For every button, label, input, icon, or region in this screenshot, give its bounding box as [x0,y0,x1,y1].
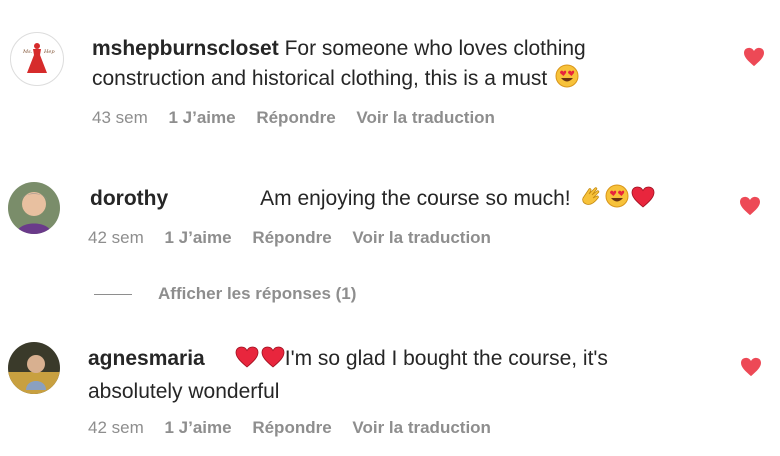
comment-meta: 42 sem 1 J’aime Répondre Voir la traduct… [88,418,507,438]
avatar[interactable]: Ms. Hep [10,32,64,86]
timestamp[interactable]: 42 sem [88,228,144,247]
likes-count[interactable]: 1 J’aime [164,228,231,247]
username[interactable]: mshepburnscloset [92,37,279,60]
reply-button[interactable]: Répondre [252,418,331,437]
svg-text:Hep: Hep [43,49,55,55]
comment-meta: 42 sem 1 J’aime Répondre Voir la traduct… [88,228,507,248]
likes-count[interactable]: 1 J’aime [168,108,235,127]
heart-eyes-emoji [605,184,629,217]
comment-meta: 43 sem 1 J’aime Répondre Voir la traduct… [92,108,511,128]
svg-text:Ms.: Ms. [22,49,33,55]
comment-body: agnesmaria I'm so glad I bought the cour… [88,344,668,407]
redacted-text [204,350,233,369]
divider [94,294,132,296]
reply-button[interactable]: Répondre [252,228,331,247]
avatar[interactable] [8,182,60,234]
comment-body: mshepburnscloset For someone who loves c… [92,34,652,97]
comment-body: dorothy Am enjoying the course so much! [90,184,710,217]
profile-photo-icon [8,342,60,394]
translate-link[interactable]: Voir la traduction [352,228,491,247]
heart-icon[interactable] [739,196,761,216]
comment-text: Am enjoying the course so much! [260,187,571,210]
view-replies-link[interactable]: Afficher les réponses (1) [94,284,356,304]
likes-count[interactable]: 1 J’aime [164,418,231,437]
translate-link[interactable]: Voir la traduction [352,418,491,437]
heart-eyes-emoji [555,64,579,97]
avatar[interactable] [8,342,60,394]
clapping-hands-emoji [579,184,603,217]
redacted-text [168,190,261,209]
timestamp[interactable]: 43 sem [92,108,148,127]
translate-link[interactable]: Voir la traduction [356,108,495,127]
red-heart-emoji [235,346,259,377]
profile-photo-icon [8,182,60,234]
red-heart-emoji [631,186,655,217]
reply-button[interactable]: Répondre [256,108,335,127]
heart-icon[interactable] [743,47,765,67]
heart-icon[interactable] [740,357,762,377]
timestamp[interactable]: 42 sem [88,418,144,437]
username[interactable]: dorothy [90,187,168,210]
dress-logo-icon: Ms. Hep [11,33,63,85]
username[interactable]: agnesmaria [88,347,205,370]
view-replies-label: Afficher les réponses (1) [158,284,357,303]
red-heart-emoji [261,346,285,377]
